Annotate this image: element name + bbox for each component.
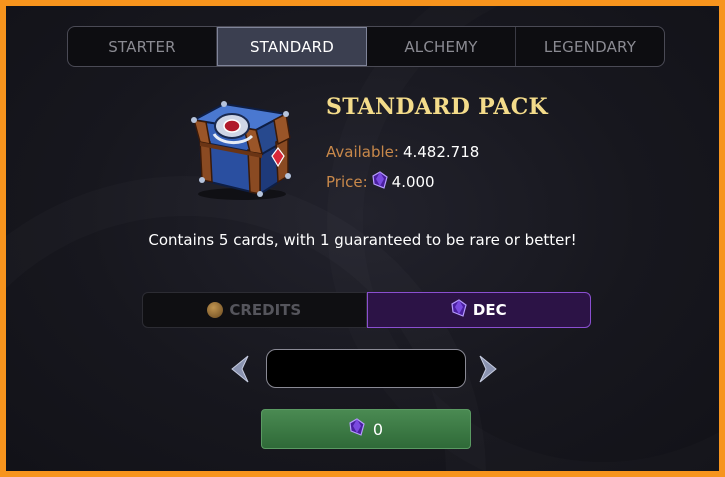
credits-button[interactable]: CREDITS bbox=[142, 292, 367, 328]
tab-standard[interactable]: STANDARD bbox=[217, 27, 367, 66]
buy-amount: 0 bbox=[372, 419, 384, 439]
pack-tabs: STARTER STANDARD ALCHEMY LEGENDARY bbox=[67, 26, 665, 67]
buy-button[interactable]: 0 bbox=[261, 409, 471, 449]
credits-coin-icon bbox=[207, 302, 224, 318]
decrease-arrow-button[interactable] bbox=[228, 354, 250, 388]
available-value: 4.482.718 bbox=[402, 143, 480, 161]
available-label: Available: bbox=[326, 143, 399, 161]
dec-gem-icon bbox=[451, 299, 467, 321]
dec-button[interactable]: DEC bbox=[366, 292, 591, 328]
pack-title: STANDARD PACK bbox=[326, 94, 548, 120]
pack-shop-panel: STARTER STANDARD ALCHEMY LEGENDARY STAND… bbox=[6, 6, 719, 471]
blue-chest-icon bbox=[180, 90, 298, 206]
dec-gem-icon bbox=[349, 418, 365, 440]
credits-label: CREDITS bbox=[229, 301, 302, 319]
quantity-input[interactable] bbox=[266, 349, 466, 388]
price-label: Price: bbox=[326, 173, 368, 191]
currency-toggle: CREDITS DEC bbox=[142, 292, 591, 328]
tab-starter[interactable]: STARTER bbox=[68, 27, 217, 66]
price-row: Price: 4.000 bbox=[326, 171, 435, 193]
dec-label: DEC bbox=[472, 301, 507, 319]
increase-arrow-button[interactable] bbox=[478, 354, 500, 388]
pack-description: Contains 5 cards, with 1 guaranteed to b… bbox=[148, 231, 577, 249]
available-row: Available: 4.482.718 bbox=[326, 143, 479, 161]
dec-gem-icon bbox=[372, 171, 388, 193]
tab-legendary[interactable]: LEGENDARY bbox=[516, 27, 664, 66]
tab-alchemy[interactable]: ALCHEMY bbox=[367, 27, 516, 66]
price-value: 4.000 bbox=[391, 173, 435, 191]
